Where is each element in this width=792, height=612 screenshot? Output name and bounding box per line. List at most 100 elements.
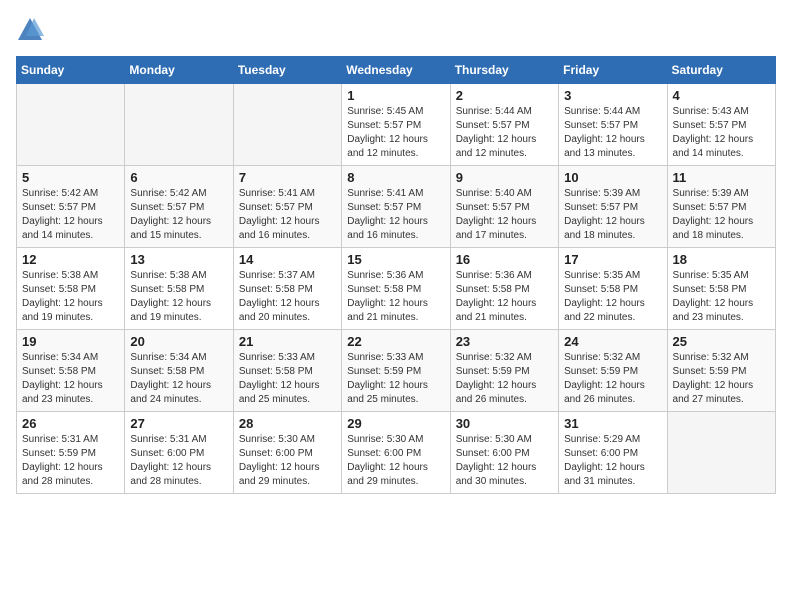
day-cell: 24 Sunrise: 5:32 AMSunset: 5:59 PMDayligh… (559, 330, 667, 412)
day-number: 25 (673, 334, 770, 349)
day-cell: 12Sunrise: 5:38 AMSunset: 5:58 PMDayligh… (17, 248, 125, 330)
day-number: 11 (673, 170, 770, 185)
week-row-4: 19Sunrise: 5:34 AMSunset: 5:58 PMDayligh… (17, 330, 776, 412)
day-info: Sunrise: 5:44 AMSunset: 5:57 PMDaylight:… (456, 105, 553, 161)
day-number: 14 (239, 252, 336, 267)
day-info: Sunrise: 5:39 AMSunset: 5:57 PMDaylight:… (673, 187, 770, 243)
day-cell: 15 Sunrise: 5:36 AMSunset: 5:58 PMDayligh… (342, 248, 450, 330)
day-cell: 6 Sunrise: 5:42 AMSunset: 5:57 PMDaylight… (125, 166, 233, 248)
day-number: 15 (347, 252, 444, 267)
day-cell: 4Sunrise: 5:43 AMSunset: 5:57 PMDaylight… (667, 84, 775, 166)
day-info: Sunrise: 5:41 AMSunset: 5:57 PMDaylight:… (347, 187, 444, 243)
day-number: 28 (239, 416, 336, 431)
day-info: Sunrise: 5:32 AMSunset: 5:59 PMDaylight:… (564, 351, 661, 407)
day-number: 9 (456, 170, 553, 185)
day-info: Sunrise: 5:38 AMSunset: 5:58 PMDaylight:… (22, 269, 119, 325)
day-cell: 31Sunrise: 5:29 AMSunset: 6:00 PMDayligh… (559, 412, 667, 494)
logo-icon (16, 16, 44, 44)
day-cell: 19Sunrise: 5:34 AMSunset: 5:58 PMDayligh… (17, 330, 125, 412)
day-info: Sunrise: 5:39 AMSunset: 5:57 PMDaylight:… (564, 187, 661, 243)
logo (16, 16, 46, 44)
week-row-5: 26 Sunrise: 5:31 AMSunset: 5:59 PMDayligh… (17, 412, 776, 494)
day-info: Sunrise: 5:38 AMSunset: 5:58 PMDaylight:… (130, 269, 227, 325)
day-info: Sunrise: 5:30 AMSunset: 6:00 PMDaylight:… (347, 433, 444, 489)
day-number: 10 (564, 170, 661, 185)
day-cell (667, 412, 775, 494)
day-cell: 27 Sunrise: 5:31 AMSunset: 6:00 PMDayligh… (125, 412, 233, 494)
day-info: Sunrise: 5:37 AMSunset: 5:58 PMDaylight:… (239, 269, 336, 325)
page-header (16, 16, 776, 44)
day-info: Sunrise: 5:29 AMSunset: 6:00 PMDaylight:… (564, 433, 661, 489)
day-cell: 2 Sunrise: 5:44 AMSunset: 5:57 PMDaylight… (450, 84, 558, 166)
day-number: 20 (130, 334, 227, 349)
day-cell: 18Sunrise: 5:35 AMSunset: 5:58 PMDayligh… (667, 248, 775, 330)
day-info: Sunrise: 5:45 AMSunset: 5:57 PMDaylight:… (347, 105, 444, 161)
day-cell: 25 Sunrise: 5:32 AMSunset: 5:59 PMDayligh… (667, 330, 775, 412)
day-number: 26 (22, 416, 119, 431)
day-info: Sunrise: 5:40 AMSunset: 5:57 PMDaylight:… (456, 187, 553, 243)
day-number: 24 (564, 334, 661, 349)
day-number: 6 (130, 170, 227, 185)
day-cell: 13 Sunrise: 5:38 AMSunset: 5:58 PMDayligh… (125, 248, 233, 330)
day-header-tuesday: Tuesday (233, 57, 341, 84)
day-number: 22 (347, 334, 444, 349)
header-row: SundayMondayTuesdayWednesdayThursdayFrid… (17, 57, 776, 84)
day-cell: 22 Sunrise: 5:33 AMSunset: 5:59 PMDayligh… (342, 330, 450, 412)
day-cell: 26 Sunrise: 5:31 AMSunset: 5:59 PMDayligh… (17, 412, 125, 494)
day-number: 1 (347, 88, 444, 103)
day-cell (125, 84, 233, 166)
day-number: 17 (564, 252, 661, 267)
day-header-monday: Monday (125, 57, 233, 84)
day-number: 30 (456, 416, 553, 431)
day-header-friday: Friday (559, 57, 667, 84)
day-cell: 5 Sunrise: 5:42 AMSunset: 5:57 PMDaylight… (17, 166, 125, 248)
day-info: Sunrise: 5:41 AMSunset: 5:57 PMDaylight:… (239, 187, 336, 243)
day-number: 13 (130, 252, 227, 267)
day-info: Sunrise: 5:42 AMSunset: 5:57 PMDaylight:… (22, 187, 119, 243)
day-cell: 14 Sunrise: 5:37 AMSunset: 5:58 PMDayligh… (233, 248, 341, 330)
day-cell (17, 84, 125, 166)
day-cell: 10 Sunrise: 5:39 AMSunset: 5:57 PMDayligh… (559, 166, 667, 248)
day-number: 8 (347, 170, 444, 185)
day-info: Sunrise: 5:34 AMSunset: 5:58 PMDaylight:… (130, 351, 227, 407)
day-info: Sunrise: 5:35 AMSunset: 5:58 PMDaylight:… (673, 269, 770, 325)
day-number: 7 (239, 170, 336, 185)
day-header-thursday: Thursday (450, 57, 558, 84)
day-info: Sunrise: 5:32 AMSunset: 5:59 PMDaylight:… (673, 351, 770, 407)
day-number: 2 (456, 88, 553, 103)
day-info: Sunrise: 5:36 AMSunset: 5:58 PMDaylight:… (347, 269, 444, 325)
day-info: Sunrise: 5:30 AMSunset: 6:00 PMDaylight:… (239, 433, 336, 489)
day-header-wednesday: Wednesday (342, 57, 450, 84)
day-number: 3 (564, 88, 661, 103)
day-number: 29 (347, 416, 444, 431)
day-number: 23 (456, 334, 553, 349)
week-row-1: 1 Sunrise: 5:45 AMSunset: 5:57 PMDaylight… (17, 84, 776, 166)
day-info: Sunrise: 5:31 AMSunset: 5:59 PMDaylight:… (22, 433, 119, 489)
day-cell: 28 Sunrise: 5:30 AMSunset: 6:00 PMDayligh… (233, 412, 341, 494)
day-info: Sunrise: 5:35 AMSunset: 5:58 PMDaylight:… (564, 269, 661, 325)
day-cell: 29 Sunrise: 5:30 AMSunset: 6:00 PMDayligh… (342, 412, 450, 494)
day-number: 4 (673, 88, 770, 103)
day-cell: 23Sunrise: 5:32 AMSunset: 5:59 PMDayligh… (450, 330, 558, 412)
day-cell: 30 Sunrise: 5:30 AMSunset: 6:00 PMDayligh… (450, 412, 558, 494)
day-number: 16 (456, 252, 553, 267)
day-info: Sunrise: 5:34 AMSunset: 5:58 PMDaylight:… (22, 351, 119, 407)
day-number: 5 (22, 170, 119, 185)
day-header-sunday: Sunday (17, 57, 125, 84)
day-info: Sunrise: 5:44 AMSunset: 5:57 PMDaylight:… (564, 105, 661, 161)
day-header-saturday: Saturday (667, 57, 775, 84)
day-cell: 16Sunrise: 5:36 AMSunset: 5:58 PMDayligh… (450, 248, 558, 330)
day-info: Sunrise: 5:42 AMSunset: 5:57 PMDaylight:… (130, 187, 227, 243)
day-cell (233, 84, 341, 166)
day-cell: 1 Sunrise: 5:45 AMSunset: 5:57 PMDaylight… (342, 84, 450, 166)
day-info: Sunrise: 5:31 AMSunset: 6:00 PMDaylight:… (130, 433, 227, 489)
week-row-2: 5 Sunrise: 5:42 AMSunset: 5:57 PMDaylight… (17, 166, 776, 248)
day-info: Sunrise: 5:30 AMSunset: 6:00 PMDaylight:… (456, 433, 553, 489)
week-row-3: 12Sunrise: 5:38 AMSunset: 5:58 PMDayligh… (17, 248, 776, 330)
calendar-table: SundayMondayTuesdayWednesdayThursdayFrid… (16, 56, 776, 494)
day-number: 27 (130, 416, 227, 431)
day-number: 21 (239, 334, 336, 349)
day-cell: 9 Sunrise: 5:40 AMSunset: 5:57 PMDaylight… (450, 166, 558, 248)
day-cell: 7 Sunrise: 5:41 AMSunset: 5:57 PMDaylight… (233, 166, 341, 248)
day-info: Sunrise: 5:33 AMSunset: 5:59 PMDaylight:… (347, 351, 444, 407)
